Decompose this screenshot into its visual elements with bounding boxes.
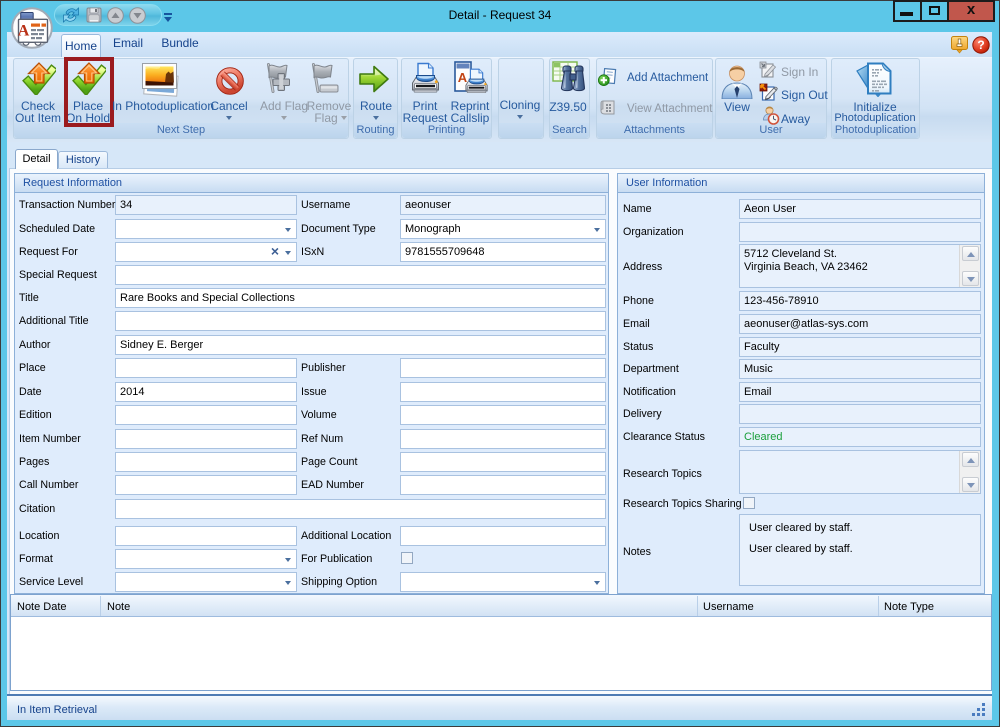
svg-text:?: ? (977, 38, 984, 52)
svg-text:A: A (18, 23, 30, 40)
svg-text:A: A (458, 70, 468, 85)
